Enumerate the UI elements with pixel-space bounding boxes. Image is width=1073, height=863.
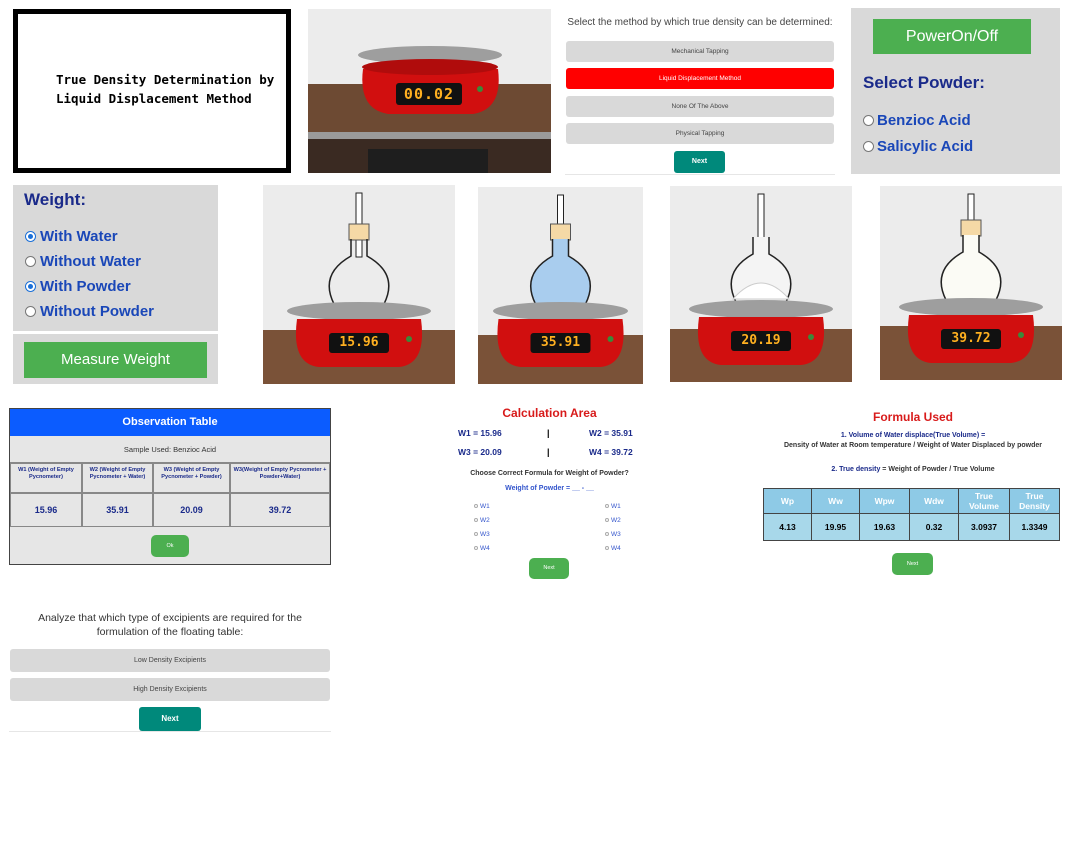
option-physical-tapping[interactable]: Physical Tapping (566, 123, 834, 144)
salicylic-acid-label[interactable]: Salicylic Acid (877, 138, 973, 155)
right-option-w4[interactable]: W4 (605, 545, 621, 552)
scale-display: 15.96 (339, 335, 379, 350)
power-panel: PowerOn/Off Select Powder: Benzioc Acid … (851, 8, 1060, 174)
without-powder-label[interactable]: Without Powder (40, 303, 154, 320)
left-option-w3[interactable]: W3 (474, 531, 490, 538)
method-next-button[interactable]: Next (674, 151, 725, 173)
flask-scene-2: 35.91 (478, 187, 643, 384)
flask-scene-1: 15.96 (263, 185, 455, 384)
high-density-option[interactable]: High Density Excipients (10, 678, 330, 701)
benzoic-acid-radio[interactable] (863, 115, 874, 126)
result-header: True Volume (958, 488, 1010, 514)
flask-illustration (880, 186, 1062, 380)
calculation-area: Calculation Area W1 = 15.96 | W2 = 35.91… (448, 400, 651, 585)
scale-display: 35.91 (540, 335, 581, 350)
formula-blank: Weight of Powder = __ - __ (505, 485, 594, 492)
sample-used: Sample Used: Benzioc Acid (10, 436, 330, 463)
measure-panel: Measure Weight (13, 334, 218, 384)
option-liquid-displacement[interactable]: Liquid Displacement Method (566, 68, 834, 89)
result-header: Wpw (859, 488, 910, 514)
result-value: 19.95 (811, 513, 860, 541)
observation-table: Observation Table Sample Used: Benzioc A… (9, 408, 331, 565)
w4-value: W4 = 39.72 (589, 447, 633, 457)
result-value: 4.13 (763, 513, 812, 541)
right-option-w2[interactable]: W2 (605, 517, 621, 524)
with-powder-label[interactable]: With Powder (40, 278, 131, 295)
left-option-w1[interactable]: W1 (474, 503, 490, 510)
weight-panel: Weight: With Water Without Water With Po… (13, 185, 218, 331)
title-panel: True Density Determination by Liquid Dis… (13, 9, 291, 173)
power-toggle-button[interactable]: PowerOn/Off (873, 19, 1031, 54)
result-value: 19.63 (859, 513, 910, 541)
measure-weight-button[interactable]: Measure Weight (24, 342, 207, 378)
scale-scene: 00.02 (308, 9, 551, 173)
result-header: Ww (811, 488, 860, 514)
select-powder-label: Select Powder: (863, 73, 985, 92)
header-w1: W1 (Weight of Empty Pycnometer) (10, 463, 82, 493)
option-none-of-the-above[interactable]: None Of The Above (566, 96, 834, 117)
value-w2: 35.91 (82, 493, 153, 527)
separator: | (547, 447, 550, 457)
weight-title: Weight: (24, 190, 87, 209)
result-value: 1.3349 (1009, 513, 1060, 541)
scale-display: 20.19 (741, 333, 781, 348)
with-powder-radio[interactable] (25, 281, 36, 292)
w1-value: W1 = 15.96 (458, 428, 502, 438)
scale-display: 39.72 (951, 331, 991, 346)
right-option-w3[interactable]: W3 (605, 531, 621, 538)
formula-question: Choose Correct Formula for Weight of Pow… (470, 470, 629, 477)
without-water-label[interactable]: Without Water (40, 253, 141, 270)
formula-title: Formula Used (872, 410, 953, 424)
with-water-radio[interactable] (25, 231, 36, 242)
low-density-option[interactable]: Low Density Excipients (10, 649, 330, 672)
scale-display: 00.02 (403, 85, 455, 103)
ok-button[interactable]: Ok (151, 535, 189, 557)
flask-illustration (670, 186, 852, 382)
calculation-next-button[interactable]: Next (529, 558, 569, 579)
without-powder-radio[interactable] (25, 306, 36, 317)
flask-illustration (263, 185, 455, 384)
result-value: 0.32 (909, 513, 959, 541)
result-header: Wdw (909, 488, 959, 514)
value-w1: 15.96 (10, 493, 82, 527)
formula-line-1: 1. Volume of Water displace(True Volume)… (840, 432, 986, 439)
header-w2: W2 (Weight of Empty Pycnometer + Water) (82, 463, 153, 493)
flask-scene-3: 20.19 (670, 186, 852, 382)
page-title: True Density Determination by Liquid Dis… (56, 72, 275, 106)
w2-value: W2 = 35.91 (589, 428, 633, 438)
observation-table-title: Observation Table (10, 409, 330, 436)
with-water-label[interactable]: With Water (40, 228, 118, 245)
calculation-title: Calculation Area (502, 406, 597, 420)
option-mechanical-tapping[interactable]: Mechanical Tapping (566, 41, 834, 62)
excipient-next-button[interactable]: Next (139, 707, 201, 731)
header-w4: W3(Weight of Empty Pycnometer + Powder+W… (230, 463, 330, 493)
left-option-w2[interactable]: W2 (474, 517, 490, 524)
without-water-radio[interactable] (25, 256, 36, 267)
result-header: True Density (1009, 488, 1060, 514)
flask-scene-4: 39.72 (880, 186, 1062, 380)
salicylic-acid-radio[interactable] (863, 141, 874, 152)
divider (9, 731, 331, 732)
method-question: Select the method by which true density … (567, 17, 833, 28)
result-value: 3.0937 (958, 513, 1010, 541)
left-option-w4[interactable]: W4 (474, 545, 490, 552)
divider (565, 174, 835, 175)
formula-line-3: 2. True density = Weight of Powder / Tru… (831, 466, 995, 473)
w3-value: W3 = 20.09 (458, 447, 502, 457)
header-w3: W3 (Weight of Empty Pycnometer + Powder) (153, 463, 230, 493)
benzoic-acid-label[interactable]: Benzioc Acid (877, 112, 971, 129)
formula-line-2: Density of Water at Room temperature / W… (783, 442, 1042, 449)
excipient-question-panel: Analyze that which type of excipients ar… (9, 607, 331, 732)
method-quiz: Select the method by which true density … (565, 10, 835, 175)
excipient-question: Analyze that which type of excipients ar… (38, 612, 302, 638)
right-option-w1[interactable]: W1 (605, 503, 621, 510)
value-w3: 20.09 (153, 493, 230, 527)
separator: | (547, 428, 550, 438)
formula-next-button[interactable]: Next (892, 553, 933, 575)
flask-illustration (478, 187, 643, 384)
result-header: Wp (763, 488, 812, 514)
value-w4: 39.72 (230, 493, 330, 527)
formula-panel: Formula Used 1. Volume of Water displace… (763, 408, 1063, 578)
